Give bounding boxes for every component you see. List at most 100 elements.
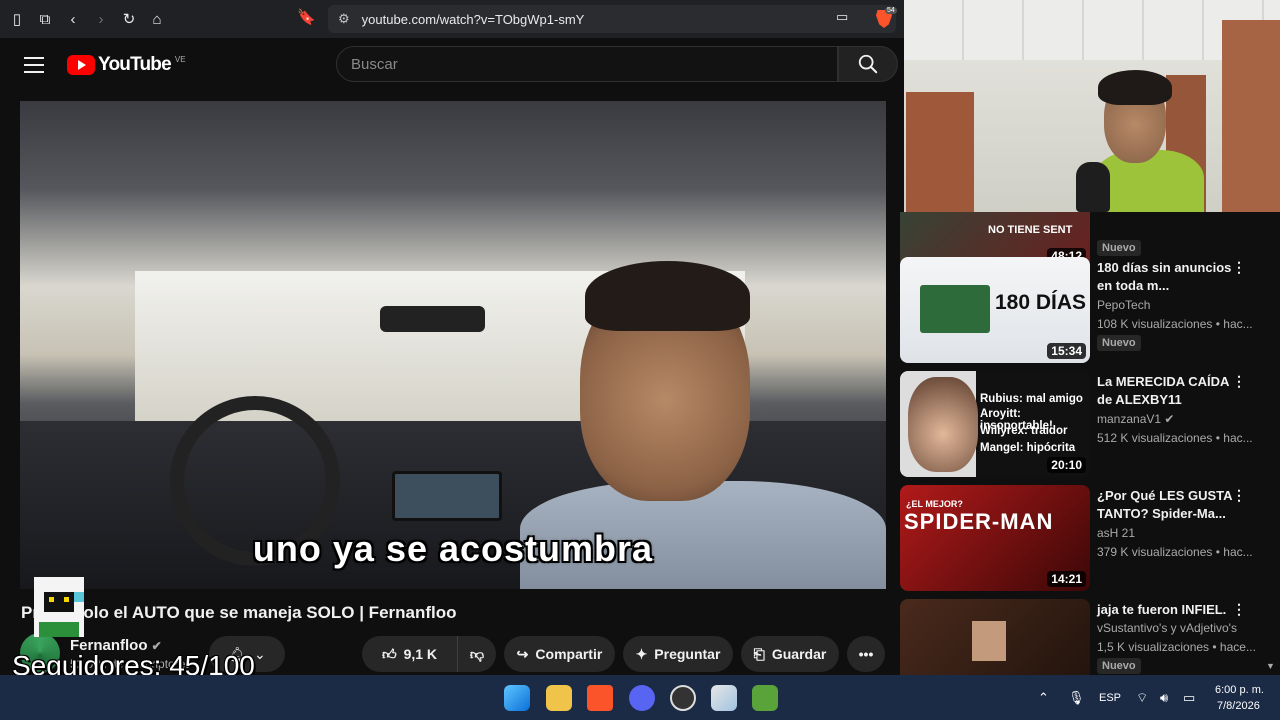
thumbs-up-icon: 👍︎ <box>381 645 397 662</box>
bookmark-icon[interactable]: 🔖 <box>297 8 316 26</box>
tab-manager-icon[interactable]: ⧉ <box>34 8 56 30</box>
more-vert-icon[interactable]: ⋮ <box>1232 487 1246 507</box>
language-indicator[interactable]: ESP <box>1099 692 1121 704</box>
webcam-cabinet <box>1222 20 1280 212</box>
video-title: Probé solo el AUTO que se maneja SOLO | … <box>21 603 457 622</box>
windows-taskbar <box>0 675 1280 720</box>
recommendations-sidebar: NO TIENE SENT 48:12 Nuevo 180 DÍAS 15:34… <box>898 212 1280 675</box>
video-thumbnail[interactable]: Rubius: mal amigo Aroyitt: insoportable!… <box>900 371 1090 477</box>
search-box <box>336 46 838 82</box>
video-duration: 20:10 <box>1047 457 1086 473</box>
verified-icon: ✔ <box>1164 412 1175 426</box>
video-meta: 1,5 K visualizaciones • hace... <box>1097 640 1256 654</box>
video-meta: 379 K visualizaciones • hac... <box>1097 545 1253 559</box>
video-player[interactable] <box>20 101 886 589</box>
more-vert-icon[interactable]: ⋮ <box>1232 601 1246 621</box>
clock-date[interactable]: 7/8/2026 <box>1217 700 1260 712</box>
video-thumbnail[interactable]: 180 DÍAS 15:34 <box>900 257 1090 363</box>
shield-count-badge: 54 <box>885 7 897 14</box>
menu-icon[interactable] <box>24 57 44 73</box>
more-vert-icon[interactable]: ⋮ <box>1232 373 1246 393</box>
thumbnail-face <box>908 377 978 472</box>
app-cube-icon[interactable] <box>711 685 737 711</box>
more-horizontal-icon: ••• <box>858 646 874 662</box>
volume-icon[interactable]: 🔊︎ <box>1160 690 1168 706</box>
recommendation-item[interactable]: Rubius: mal amigo Aroyitt: insoportable!… <box>900 371 1280 477</box>
sparkle-icon: ✦ <box>635 645 648 662</box>
channel-name[interactable]: manzanaV1 ✔ <box>1097 412 1174 426</box>
thumbnail-line: Willyrex: traidor <box>980 425 1068 437</box>
new-badge: Nuevo <box>1097 658 1141 674</box>
sidebar-toggle-icon[interactable]: ▯ <box>6 8 28 30</box>
battery-icon[interactable]: ▭ <box>1183 690 1195 706</box>
bookmark-save-icon: ⎗ <box>753 645 765 662</box>
webcam-person-hair <box>1098 70 1172 105</box>
thumbs-down-icon: 👎︎ <box>469 645 485 662</box>
save-button[interactable]: ⎗ Guardar <box>741 636 839 672</box>
video-title[interactable]: ¿Por Qué LES GUSTA TANTO? Spider-Ma... <box>1097 487 1247 523</box>
recommendation-item[interactable]: ¿EL MEJOR? SPIDER-MAN 14:21 ¿Por Qué LES… <box>900 485 1280 591</box>
video-title[interactable]: jaja te fueron INFIEL. <box>1097 601 1247 619</box>
back-icon[interactable]: ‹ <box>62 8 84 30</box>
save-label: Guardar <box>771 646 827 662</box>
youtube-play-icon <box>67 55 95 75</box>
webcam-microphone <box>1076 162 1110 212</box>
cast-icon[interactable]: ▭ <box>836 9 848 25</box>
country-code: VE <box>174 54 186 64</box>
thumbnail-line: Mangel: hipócrita <box>980 442 1076 454</box>
show-hidden-icons-icon[interactable]: ⌃ <box>1038 690 1049 706</box>
more-actions-button[interactable]: ••• <box>847 636 885 672</box>
thumbnail-text: NO TIENE SENT <box>988 224 1073 236</box>
channel-name-text: manzanaV1 <box>1097 412 1162 426</box>
search-input[interactable] <box>351 55 837 73</box>
video-meta: 512 K visualizaciones • hac... <box>1097 431 1253 445</box>
share-button[interactable]: ↪ Compartir <box>504 636 615 672</box>
site-info-icon[interactable]: ⚙ <box>338 11 350 27</box>
forward-icon[interactable]: › <box>90 8 112 30</box>
youtube-wordmark: YouTube <box>98 54 172 75</box>
microphone-icon[interactable]: 🎙︎ <box>1068 690 1085 706</box>
video-thumbnail[interactable]: ¿EL MEJOR? SPIDER-MAN 14:21 <box>900 485 1090 591</box>
reload-icon[interactable]: ↻ <box>118 8 140 30</box>
thumbnail-small-text: ¿EL MEJOR? <box>906 499 963 509</box>
video-frame-mirror <box>380 306 485 332</box>
raspberry-pi-board <box>920 285 990 333</box>
home-icon[interactable]: ⌂ <box>146 8 168 30</box>
video-thumbnail[interactable] <box>900 599 1090 675</box>
more-vert-icon[interactable]: ⋮ <box>1232 259 1246 279</box>
video-meta: 108 K visualizaciones • hac... <box>1097 317 1253 331</box>
channel-name[interactable]: vSustantivo's y vAdjetivo's <box>1097 621 1237 635</box>
video-title[interactable]: 180 días sin anuncios en toda m... <box>1097 259 1247 295</box>
file-explorer-icon[interactable] <box>546 685 572 711</box>
discord-icon[interactable] <box>629 685 655 711</box>
channel-name[interactable]: PepoTech <box>1097 298 1150 312</box>
brave-browser-icon[interactable] <box>587 685 613 711</box>
wifi-icon[interactable]: ⌔ <box>1136 690 1148 706</box>
like-count: 9,1 K <box>403 646 438 662</box>
youtube-logo[interactable]: YouTube VE <box>67 54 186 76</box>
share-icon: ↪ <box>516 645 529 662</box>
thumbnail-text: 180 DÍAS <box>995 291 1087 314</box>
youtube-header: YouTube VE <box>0 38 904 94</box>
video-title[interactable]: La MERECIDA CAÍDA de ALEXBY11 <box>1097 373 1247 409</box>
ask-button[interactable]: ✦ Preguntar <box>623 636 733 672</box>
like-button[interactable]: 👍︎ 9,1 K <box>362 636 457 672</box>
scroll-down-arrow-icon[interactable]: ▼ <box>1266 661 1275 671</box>
clock-time[interactable]: 6:00 p. m. <box>1215 684 1264 696</box>
address-bar[interactable]: ⚙ youtube.com/watch?v=TObgWp1-smY <box>328 5 896 33</box>
windows-start-icon[interactable] <box>504 685 530 711</box>
pixel-avatar-icon <box>34 577 84 637</box>
webcam-door <box>906 92 974 212</box>
video-duration: 15:34 <box>1047 343 1086 359</box>
channel-name[interactable]: asH 21 <box>1097 526 1135 540</box>
recommendation-item[interactable]: 180 DÍAS 15:34 180 días sin anuncios en … <box>900 257 1280 363</box>
video-duration: 14:21 <box>1047 571 1086 587</box>
obs-icon[interactable] <box>670 685 696 711</box>
minecraft-icon[interactable] <box>752 685 778 711</box>
webcam-overlay <box>904 0 1280 212</box>
recommendation-item[interactable]: jaja te fueron INFIEL. vSustantivo's y v… <box>900 599 1280 675</box>
video-frame-car-screen <box>392 471 502 521</box>
video-frame-person-hair <box>585 261 750 331</box>
dislike-button[interactable]: 👎︎ <box>457 636 496 672</box>
search-button[interactable] <box>838 46 898 82</box>
